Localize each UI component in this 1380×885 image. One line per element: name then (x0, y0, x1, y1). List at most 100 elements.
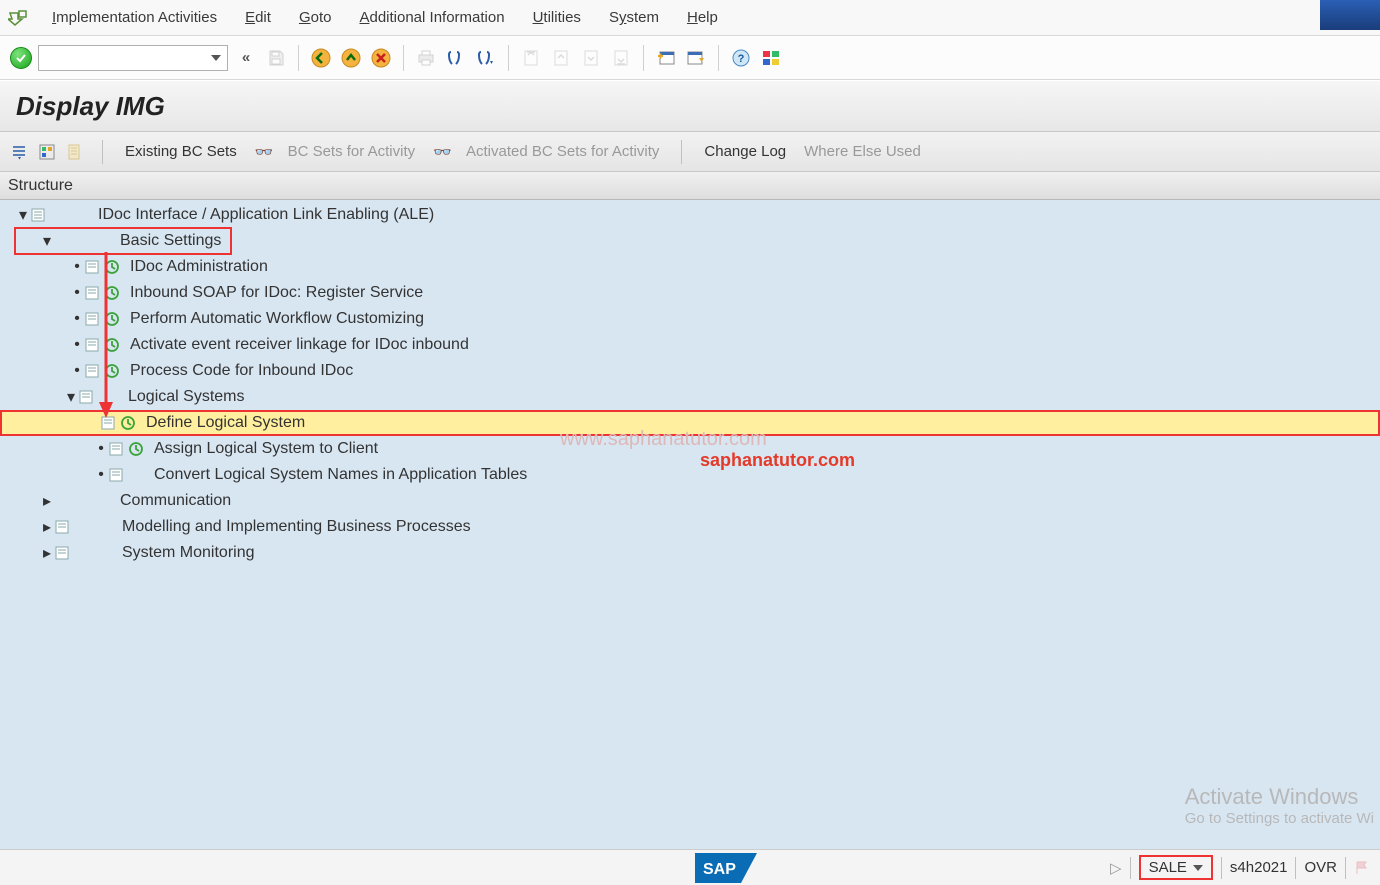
back-button[interactable] (309, 46, 333, 70)
customize-layout-button[interactable] (759, 46, 783, 70)
svg-text:SAP: SAP (703, 861, 736, 878)
tree-node-label: Basic Settings (116, 232, 221, 250)
execute-activity-icon[interactable] (104, 285, 122, 301)
tree-node-label: IDoc Interface / Application Link Enabli… (94, 206, 434, 224)
img-doc-icon[interactable] (30, 207, 48, 223)
activated-bc-sets-button[interactable]: Activated BC Sets for Activity (462, 139, 663, 164)
status-insert-mode[interactable]: OVR (1304, 859, 1337, 876)
img-doc-icon[interactable] (84, 311, 102, 327)
img-doc-icon[interactable] (78, 389, 96, 405)
leaf-bullet-icon: • (70, 284, 84, 302)
dropdown-caret-icon (211, 55, 221, 61)
execute-activity-icon[interactable] (120, 415, 138, 431)
tree-node-label: IDoc Administration (126, 258, 268, 276)
img-doc-icon[interactable] (84, 337, 102, 353)
img-doc-icon[interactable] (108, 467, 126, 483)
img-doc-icon[interactable] (100, 415, 118, 431)
status-flag-icon[interactable] (1354, 860, 1370, 876)
where-else-used-button[interactable]: Where Else Used (800, 139, 925, 164)
tree-node-root[interactable]: ▾ IDoc Interface / Application Link Enab… (0, 202, 1380, 228)
menu-edit[interactable]: Edit (231, 5, 285, 30)
dropdown-caret-icon (1193, 865, 1203, 871)
menu-utilities[interactable]: Utilities (519, 5, 595, 30)
exit-button[interactable] (339, 46, 363, 70)
menu-system[interactable]: System (595, 5, 673, 30)
collapse-command-field-button[interactable]: « (234, 46, 258, 70)
execute-activity-icon[interactable] (104, 259, 122, 275)
where-used-icon-button[interactable] (38, 143, 56, 161)
tree-node-label: Process Code for Inbound IDoc (126, 362, 353, 380)
toolbar-separator (718, 45, 719, 71)
status-separator (1221, 857, 1222, 879)
status-tcode-value: SALE (1149, 859, 1187, 876)
img-doc-icon[interactable] (84, 259, 102, 275)
status-separator (1295, 857, 1296, 879)
execute-activity-icon[interactable] (104, 363, 122, 379)
tree-node-system-monitoring[interactable]: ▸ System Monitoring (0, 540, 1380, 566)
img-doc-icon[interactable] (84, 285, 102, 301)
tree-node-workflow-customizing[interactable]: • Perform Automatic Workflow Customizing (0, 306, 1380, 332)
tree-node-label: Define Logical System (142, 414, 305, 432)
toolbar-separator (681, 140, 682, 164)
collapse-icon[interactable]: ▾ (40, 231, 54, 251)
tree-node-logical-systems[interactable]: ▾ Logical Systems (0, 384, 1380, 410)
tree-node-modelling[interactable]: ▸ Modelling and Implementing Business Pr… (0, 514, 1380, 540)
menu-goto[interactable]: Goto (285, 5, 346, 30)
execute-activity-icon[interactable] (128, 441, 146, 457)
save-button[interactable] (264, 46, 288, 70)
print-button[interactable] (414, 46, 438, 70)
first-page-button[interactable] (519, 46, 543, 70)
command-field[interactable] (38, 45, 228, 71)
application-toolbar: Existing BC Sets 👓 BC Sets for Activity … (0, 132, 1380, 172)
tree-node-define-logical-system[interactable]: Define Logical System (0, 410, 1380, 436)
menu-implementation-activities[interactable]: Implementation Activities (38, 5, 231, 30)
tree-node-label: Assign Logical System to Client (150, 440, 378, 458)
enter-button[interactable] (10, 47, 32, 69)
find-next-button[interactable] (474, 46, 498, 70)
existing-bc-sets-button[interactable]: Existing BC Sets (121, 139, 241, 164)
menu-help[interactable]: Help (673, 5, 732, 30)
img-doc-icon[interactable] (54, 519, 72, 535)
execute-activity-icon[interactable] (104, 311, 122, 327)
tree-node-convert-logical-system-names[interactable]: • Convert Logical System Names in Applic… (0, 462, 1380, 488)
status-expand-icon[interactable]: ▷ (1110, 859, 1122, 877)
expand-all-button[interactable] (10, 143, 28, 161)
tree-node-label: Communication (116, 492, 231, 510)
collapse-icon[interactable]: ▾ (64, 387, 78, 407)
tree-node-activate-event-receiver[interactable]: • Activate event receiver linkage for ID… (0, 332, 1380, 358)
img-doc-icon[interactable] (54, 545, 72, 561)
bc-sets-for-activity-button[interactable]: BC Sets for Activity (284, 139, 420, 164)
expand-icon[interactable]: ▸ (40, 491, 54, 511)
img-doc-icon[interactable] (108, 441, 126, 457)
leaf-bullet-icon: • (70, 258, 84, 276)
status-tcode-field[interactable]: SALE (1139, 855, 1213, 880)
status-bar: SAP ▷ SALE s4h2021 OVR (0, 849, 1380, 885)
svg-text:?: ? (738, 53, 745, 65)
execute-activity-icon[interactable] (104, 337, 122, 353)
help-button[interactable]: ? (729, 46, 753, 70)
tree-node-process-code-inbound[interactable]: • Process Code for Inbound IDoc (0, 358, 1380, 384)
tree-node-idoc-administration[interactable]: • IDoc Administration (0, 254, 1380, 280)
collapse-icon[interactable]: ▾ (16, 205, 30, 225)
change-log-button[interactable]: Change Log (700, 139, 790, 164)
cancel-button[interactable] (369, 46, 393, 70)
release-notes-button[interactable] (66, 143, 84, 161)
last-page-button[interactable] (609, 46, 633, 70)
tree-node-assign-logical-system[interactable]: • Assign Logical System to Client (0, 436, 1380, 462)
app-menu-icon[interactable] (8, 9, 28, 27)
expand-icon[interactable]: ▸ (40, 517, 54, 537)
expand-icon[interactable]: ▸ (40, 543, 54, 563)
next-page-button[interactable] (579, 46, 603, 70)
create-shortcut-button[interactable] (684, 46, 708, 70)
find-button[interactable] (444, 46, 468, 70)
tree-node-inbound-soap[interactable]: • Inbound SOAP for IDoc: Register Servic… (0, 280, 1380, 306)
leaf-bullet-icon: • (94, 466, 108, 484)
menu-additional-information[interactable]: Additional Information (345, 5, 518, 30)
img-doc-icon[interactable] (84, 363, 102, 379)
new-session-button[interactable] (654, 46, 678, 70)
status-system-field[interactable]: s4h2021 (1230, 859, 1288, 876)
toolbar-separator (643, 45, 644, 71)
tree-node-basic-settings[interactable]: ▾ Basic Settings (0, 228, 1380, 254)
tree-node-communication[interactable]: ▸ Communication (0, 488, 1380, 514)
prev-page-button[interactable] (549, 46, 573, 70)
